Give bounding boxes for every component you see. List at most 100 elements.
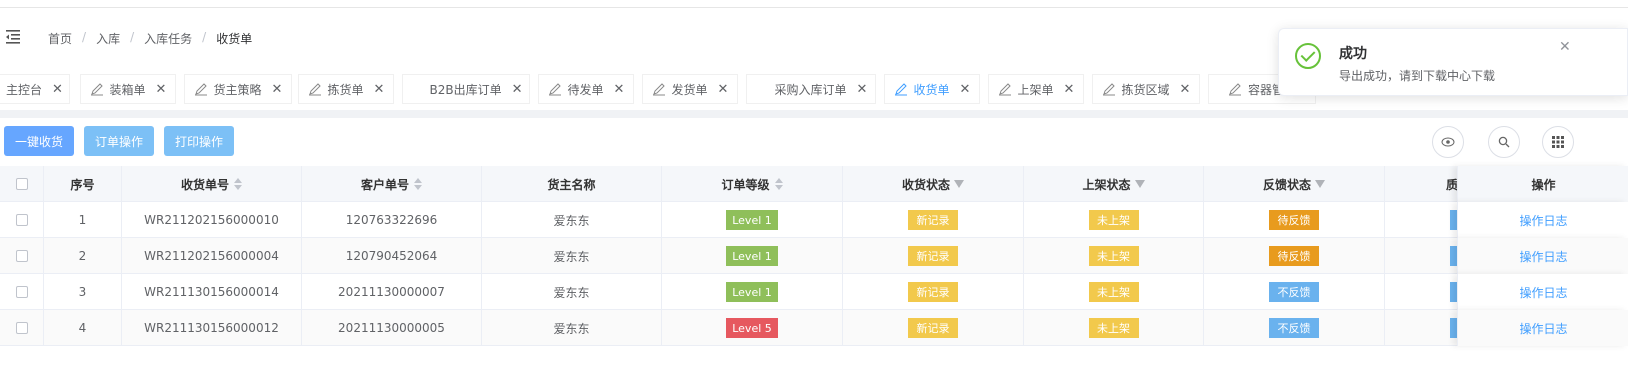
- tab-receipt[interactable]: 收货单 ✕: [884, 74, 980, 104]
- eye-icon[interactable]: [1432, 126, 1464, 158]
- table-row[interactable]: 3 WR211130156000014 20211130000007 爱东东 L…: [0, 274, 1628, 310]
- row-select-cell: [0, 310, 44, 346]
- select-all-checkbox[interactable]: [15, 178, 28, 190]
- tab-picking-area[interactable]: 拣货区域 ✕: [1092, 74, 1200, 104]
- filter-icon[interactable]: [1134, 180, 1145, 188]
- filter-icon[interactable]: [1315, 180, 1325, 188]
- tab-purchase-inbound[interactable]: 采购入库订单 ✕: [746, 74, 876, 104]
- tab-b2b-outbound[interactable]: B2B出库订单 ✕: [402, 74, 530, 104]
- cell-owner: 爱东东: [482, 310, 662, 346]
- toolbar: 一键收货 订单操作 打印操作: [0, 118, 1628, 160]
- edit-icon: [548, 83, 561, 96]
- ops-column-header: 操作: [1457, 166, 1628, 202]
- success-notification: 成功 导出成功，请到下载中心下载 ✕: [1278, 28, 1628, 96]
- close-icon[interactable]: ✕: [1064, 82, 1075, 97]
- edit-icon: [90, 83, 103, 96]
- row-checkbox[interactable]: [15, 322, 28, 334]
- cell-receipt-no: WR211202156000010: [122, 202, 302, 238]
- edit-icon: [308, 83, 321, 96]
- tab-owner-strategy[interactable]: 货主策略 ✕: [184, 74, 292, 104]
- breadcrumb-separator: /: [202, 30, 207, 44]
- order-ops-button[interactable]: 订单操作: [84, 126, 154, 156]
- grid-menu-icon[interactable]: [1542, 126, 1574, 158]
- operation-log-link[interactable]: 操作日志: [1519, 248, 1567, 265]
- notification-title: 成功: [1339, 46, 1367, 62]
- tab-shipment[interactable]: 发货单 ✕: [642, 74, 738, 104]
- status-badge: 待反馈: [1269, 210, 1319, 230]
- close-icon[interactable]: ✕: [272, 82, 283, 97]
- cell-owner: 爱东东: [482, 238, 662, 274]
- status-badge: 未上架: [1088, 282, 1139, 302]
- table-row[interactable]: 4 WR211130156000012 20211130000005 爱东东 L…: [0, 310, 1628, 346]
- header-level[interactable]: 订单等级: [662, 166, 843, 202]
- close-icon[interactable]: ✕: [614, 82, 625, 97]
- row-checkbox[interactable]: [15, 250, 28, 262]
- header-receipt-no[interactable]: 收货单号: [122, 166, 302, 202]
- tab-label: 拣货区域: [1121, 82, 1170, 97]
- table-row[interactable]: 1 WR211202156000010 120763322696 爱东东 Lev…: [0, 202, 1628, 238]
- breadcrumb-inbound-task[interactable]: 入库任务: [144, 30, 192, 47]
- cell-owner: 爱东东: [482, 274, 662, 310]
- close-icon[interactable]: ✕: [718, 82, 729, 97]
- tab-dashboard[interactable]: 主控台 ✕: [0, 74, 70, 104]
- tab-pending-dispatch[interactable]: 待发单 ✕: [538, 74, 634, 104]
- receive-all-button[interactable]: 一键收货: [4, 126, 74, 156]
- breadcrumb: 首页 / 入库 / 入库任务 / 收货单: [48, 30, 252, 47]
- close-icon[interactable]: ✕: [960, 82, 971, 97]
- header-customer-no[interactable]: 客户单号: [302, 166, 482, 202]
- row-select-cell: [0, 274, 44, 310]
- header-label: 客户单号: [360, 177, 409, 192]
- close-icon[interactable]: ✕: [52, 82, 63, 97]
- ops-column-cell: 操作日志: [1457, 238, 1628, 274]
- cell-ops: 操作日志: [1458, 274, 1628, 310]
- cell-feedback-status: 不反馈: [1204, 310, 1385, 346]
- cell-owner: 爱东东: [482, 202, 662, 238]
- header-feedback-status: 反馈状态: [1204, 166, 1385, 202]
- cell-customer-no: 120763322696: [302, 202, 482, 238]
- operation-log-link[interactable]: 操作日志: [1519, 284, 1567, 301]
- breadcrumb-inbound[interactable]: 入库: [96, 30, 120, 47]
- filter-icon[interactable]: [954, 180, 964, 188]
- row-checkbox[interactable]: [15, 286, 28, 298]
- operation-log-link[interactable]: 操作日志: [1519, 320, 1567, 337]
- table-row[interactable]: 2 WR211202156000004 120790452064 爱东东 Lev…: [0, 238, 1628, 274]
- status-badge: 待反馈: [1269, 246, 1319, 266]
- ops-column-cell: 操作日志: [1457, 274, 1628, 310]
- cell-ops: 操作日志: [1458, 238, 1628, 274]
- tab-label: B2B出库订单: [429, 82, 502, 97]
- close-icon[interactable]: ✕: [1559, 39, 1571, 55]
- close-icon[interactable]: ✕: [156, 82, 167, 97]
- section-divider: [0, 110, 1628, 118]
- row-select-cell: [0, 202, 44, 238]
- row-checkbox[interactable]: [15, 214, 28, 226]
- tab-putaway[interactable]: 上架单 ✕: [988, 74, 1084, 104]
- menu-fold-icon[interactable]: [4, 28, 22, 44]
- tab-picking-list[interactable]: 拣货单 ✕: [298, 74, 394, 104]
- breadcrumb-home[interactable]: 首页: [48, 30, 72, 47]
- close-icon[interactable]: ✕: [1180, 82, 1191, 97]
- close-icon[interactable]: ✕: [512, 82, 523, 97]
- status-badge: 新记录: [908, 282, 958, 302]
- tab-label: 待发单: [567, 82, 604, 97]
- cell-shelf-status: 未上架: [1024, 274, 1204, 310]
- print-ops-button[interactable]: 打印操作: [164, 126, 234, 156]
- breadcrumb-current: 收货单: [216, 32, 253, 46]
- sort-icon[interactable]: [414, 178, 422, 190]
- cell-receipt-no: WR211130156000014: [122, 274, 302, 310]
- tab-label: 收货单: [913, 82, 950, 97]
- search-icon[interactable]: [1488, 126, 1520, 158]
- sort-icon[interactable]: [234, 178, 242, 190]
- cell-receive-status: 新记录: [843, 202, 1024, 238]
- close-icon[interactable]: ✕: [374, 82, 385, 97]
- sort-icon[interactable]: [774, 178, 783, 190]
- tab-label: 上架单: [1017, 82, 1054, 97]
- cell-shelf-status: 未上架: [1024, 310, 1204, 346]
- cell-seq: 1: [44, 202, 122, 238]
- close-icon[interactable]: ✕: [857, 82, 868, 97]
- tab-packing-list[interactable]: 装箱单 ✕: [80, 74, 176, 104]
- tab-label: 采购入库订单: [774, 82, 847, 97]
- cell-receipt-no: WR211202156000004: [122, 238, 302, 274]
- operation-log-link[interactable]: 操作日志: [1519, 212, 1567, 229]
- tab-label: 主控台: [6, 82, 43, 97]
- status-badge: 未上架: [1088, 246, 1139, 266]
